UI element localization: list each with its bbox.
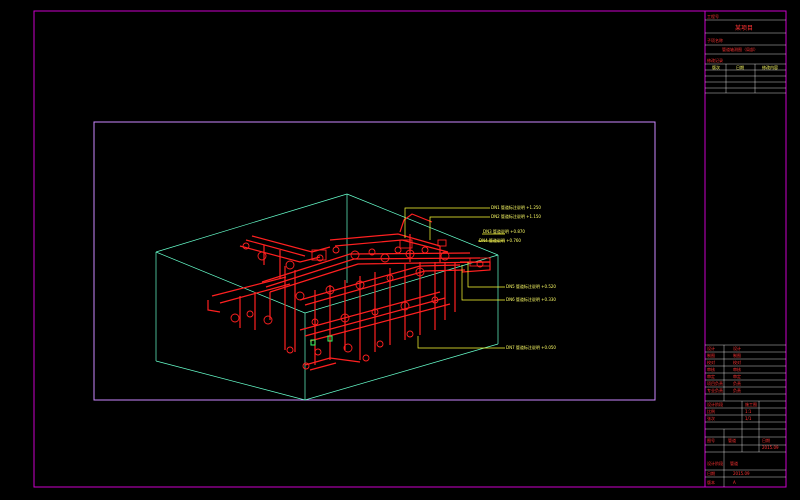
date-label: 日期: [762, 437, 770, 443]
sig-label-4: 审核: [707, 366, 715, 372]
sig-value-3: 校对: [733, 359, 741, 365]
cad-drawing-canvas: 工程号 某项目 子项名称 管道轴测图（局部） 修改记录 版次 日期 修改内容 设…: [33, 10, 787, 488]
revision-col-2: 日期: [736, 64, 744, 70]
revision-label: 修改记录: [707, 57, 723, 63]
callout-2: DN2 管道标注说明 +1.150: [491, 213, 541, 219]
sig-label-1: 设计: [707, 345, 715, 351]
sig-value-5: 审定: [733, 373, 741, 379]
revision-col-1: 版次: [712, 64, 720, 70]
bottom-drawing-no: 管道: [730, 460, 738, 466]
drawing-title: 管道轴测图（局部）: [722, 46, 758, 52]
bottom-version-label: 版本: [707, 479, 715, 485]
sig-label-7: 专业负责: [707, 387, 723, 393]
bottom-version-value: A: [733, 480, 736, 485]
sig-value-2: 制图: [733, 352, 741, 358]
callout-6: DN6 管道标注说明 +0.330: [506, 296, 556, 302]
sig-value-7: 负责: [733, 387, 741, 393]
callout-4: DN4 管道说明 +0.760: [479, 237, 521, 243]
sheet-value: 1/1: [745, 416, 752, 421]
sig-value-4: 审核: [733, 366, 741, 372]
date-value: 2015.09: [762, 445, 779, 450]
callout-1: DN1 管道标注说明 +1.250: [491, 204, 541, 210]
drawing-no-label: 图号: [707, 437, 715, 443]
sig-label-3: 校对: [707, 359, 715, 365]
stage-value: 施工图: [745, 401, 757, 407]
callout-3: DN3 管道说明 +0.870: [483, 228, 525, 234]
sig-label-6: 项目负责: [707, 380, 723, 386]
sig-value-1: 设计: [733, 345, 741, 351]
bottom-stage-label: 设计阶段: [707, 460, 723, 466]
project-name: 某项目: [735, 25, 753, 32]
section-label: 子项名称: [707, 37, 723, 43]
bottom-date-value: 2015.09: [733, 471, 750, 476]
isometric-bounding-box: [155, 193, 499, 401]
callout-5: DN5 管道标注说明 +0.520: [506, 283, 556, 289]
scale-label: 比例: [707, 408, 715, 414]
header-label: 工程号: [707, 13, 719, 19]
callout-7: DN7 管道标注说明 +0.050: [506, 344, 556, 350]
bottom-date-label: 日期: [707, 470, 715, 476]
scale-value: 1:1: [745, 409, 752, 414]
callout-texts: DN1 管道标注说明 +1.250 DN2 管道标注说明 +1.150 DN3 …: [479, 204, 556, 350]
sheet-label: 张次: [707, 415, 715, 421]
sig-label-2: 制图: [707, 352, 715, 358]
sig-value-6: 负责: [733, 380, 741, 386]
sig-label-5: 审定: [707, 373, 715, 379]
piping-assembly: [207, 213, 491, 371]
stage-label: 设计阶段: [707, 401, 723, 407]
drawing-no-value: 管道: [728, 437, 736, 443]
revision-col-3: 修改内容: [762, 64, 778, 70]
